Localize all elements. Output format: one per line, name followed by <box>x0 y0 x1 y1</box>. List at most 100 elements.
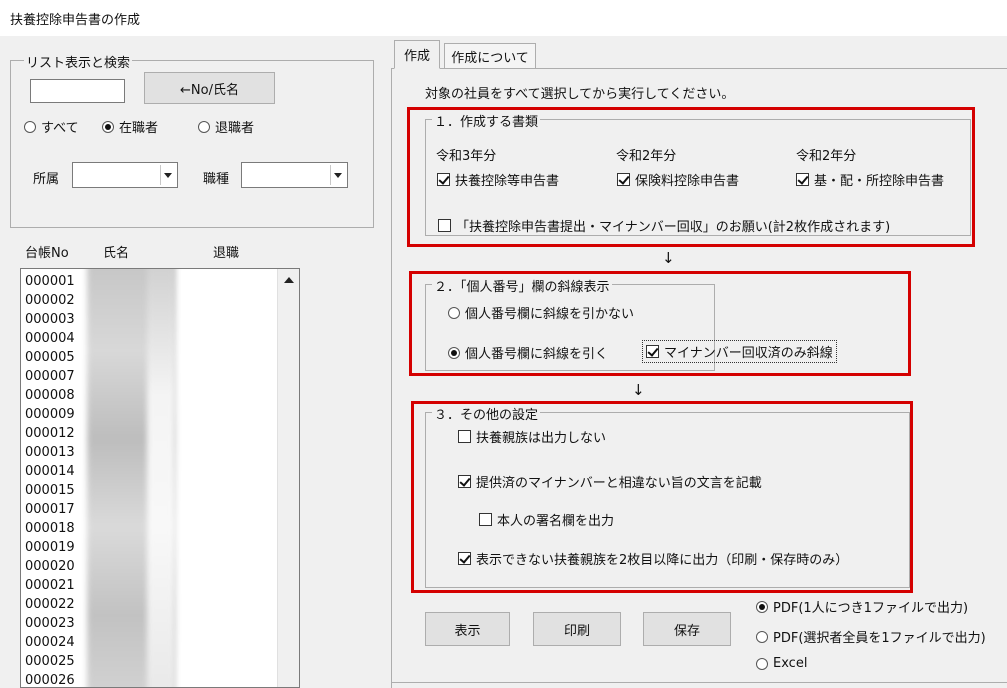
chevron-down-icon[interactable] <box>330 165 345 185</box>
bottom-divider <box>392 682 1007 683</box>
output-pdf-per-person-label: PDF(1人につき1ファイルで出力) <box>773 601 969 616</box>
radio-all[interactable]: すべて <box>24 117 79 136</box>
affiliation-select[interactable] <box>72 162 178 188</box>
list-item[interactable]: 000013 <box>25 443 75 462</box>
collected-only-check-indicator[interactable] <box>646 345 659 358</box>
list-item[interactable]: 000007 <box>25 367 75 386</box>
list-item[interactable]: 000014 <box>25 462 75 481</box>
list-item[interactable]: 000026 <box>25 671 75 687</box>
output-pdf-all[interactable]: PDF(選択者全員を1ファイルで出力) <box>756 627 986 646</box>
list-item[interactable]: 000004 <box>25 329 75 348</box>
instruction-text: 対象の社員をすべて選択してから実行してください。 <box>425 87 735 102</box>
signature-label: 本人の署名欄を出力 <box>497 514 615 529</box>
list-scrollbar[interactable] <box>277 269 299 687</box>
line-radio[interactable]: 個人番号欄に斜線を引く <box>448 343 608 362</box>
request-letter-checkbox[interactable]: 「扶養控除申告書提出・マイナンバー回収」のお願い(計2枚作成されます) <box>438 216 890 235</box>
no-dependents-label: 扶養親族は出力しない <box>476 431 607 446</box>
flow-arrow-2: ↓ <box>632 381 645 399</box>
radio-retired[interactable]: 退職者 <box>198 117 254 136</box>
doc3-year: 令和2年分 <box>796 149 857 164</box>
overflow-checkbox[interactable]: 表示できない扶養親族を2枚目以降に出力（印刷・保存時のみ） <box>458 549 848 568</box>
doc2-label: 保険料控除申告書 <box>635 174 740 189</box>
radio-retired-indicator[interactable] <box>198 120 210 133</box>
request-letter-label: 「扶養控除申告書提出・マイナンバー回収」のお願い(計2枚作成されます) <box>456 220 891 235</box>
search-input[interactable] <box>30 79 125 103</box>
request-letter-check-indicator[interactable] <box>438 219 451 232</box>
doc3-checkbox[interactable]: 基・配・所控除申告書 <box>796 170 944 189</box>
doc2-year: 令和2年分 <box>616 149 677 164</box>
no-dependents-check-indicator[interactable] <box>458 430 471 443</box>
no-dependents-checkbox[interactable]: 扶養親族は出力しない <box>458 427 606 446</box>
collected-only-label: マイナンバー回収済のみ斜線 <box>664 346 833 361</box>
no-line-radio-indicator[interactable] <box>448 306 460 319</box>
list-item[interactable]: 000025 <box>25 652 75 671</box>
list-item[interactable]: 000001 <box>25 272 75 291</box>
doc1-label: 扶養控除等申告書 <box>455 174 560 189</box>
output-pdf-all-label: PDF(選択者全員を1ファイルで出力) <box>773 631 986 646</box>
collected-only-checkbox[interactable]: マイナンバー回収済のみ斜線 <box>642 340 837 363</box>
statement-check-indicator[interactable] <box>458 475 471 488</box>
scroll-up-icon[interactable] <box>280 271 297 288</box>
list-item[interactable]: 000012 <box>25 424 75 443</box>
flow-arrow-1: ↓ <box>662 249 675 267</box>
tab-create[interactable]: 作成 <box>394 40 440 69</box>
chevron-down-icon[interactable] <box>160 165 175 185</box>
output-pdf-all-indicator[interactable] <box>756 630 768 643</box>
list-item[interactable]: 000005 <box>25 348 75 367</box>
doc2-check-indicator[interactable] <box>617 173 630 186</box>
redacted-names-2 <box>147 269 175 687</box>
column-header-retired[interactable]: 退職 <box>213 242 239 261</box>
output-excel-label: Excel <box>773 656 808 671</box>
radio-employed-indicator[interactable] <box>102 120 114 133</box>
radio-employed-label: 在職者 <box>119 121 159 136</box>
column-header-no[interactable]: 台帳No <box>25 242 69 261</box>
radio-all-indicator[interactable] <box>24 120 36 133</box>
list-item[interactable]: 000018 <box>25 519 75 538</box>
tab-about[interactable]: 作成について <box>444 43 536 68</box>
doc2-checkbox[interactable]: 保険料控除申告書 <box>617 170 739 189</box>
overflow-check-indicator[interactable] <box>458 552 471 565</box>
no-line-radio[interactable]: 個人番号欄に斜線を引かない <box>448 303 634 322</box>
job-type-select[interactable] <box>241 162 348 188</box>
job-type-label: 職種 <box>203 172 230 187</box>
output-pdf-per-person-indicator[interactable] <box>756 600 768 613</box>
list-item[interactable]: 000024 <box>25 633 75 652</box>
doc3-label: 基・配・所控除申告書 <box>814 174 945 189</box>
statement-label: 提供済のマイナンバーと相違ない旨の文言を記載 <box>476 476 762 491</box>
save-button[interactable]: 保存 <box>643 612 731 646</box>
line-radio-indicator[interactable] <box>448 346 460 359</box>
overflow-label: 表示できない扶養親族を2枚目以降に出力（印刷・保存時のみ） <box>476 553 849 568</box>
list-item[interactable]: 000019 <box>25 538 75 557</box>
list-item[interactable]: 000023 <box>25 614 75 633</box>
doc1-check-indicator[interactable] <box>437 173 450 186</box>
print-button[interactable]: 印刷 <box>533 612 621 646</box>
output-excel[interactable]: Excel <box>756 656 807 671</box>
radio-retired-label: 退職者 <box>215 121 255 136</box>
list-item[interactable]: 000009 <box>25 405 75 424</box>
employee-list[interactable]: 000001 000002 000003 000004 000005 000007 0000… <box>20 268 300 688</box>
display-button[interactable]: 表示 <box>425 612 510 646</box>
search-no-name-button[interactable]: ←No/氏名 <box>144 72 275 104</box>
doc1-checkbox[interactable]: 扶養控除等申告書 <box>437 170 559 189</box>
doc3-check-indicator[interactable] <box>796 173 809 186</box>
list-item[interactable]: 000003 <box>25 310 75 329</box>
list-item[interactable]: 000020 <box>25 557 75 576</box>
list-item[interactable]: 000021 <box>25 576 75 595</box>
statement-checkbox[interactable]: 提供済のマイナンバーと相違ない旨の文言を記載 <box>458 472 762 491</box>
signature-check-indicator[interactable] <box>479 513 492 526</box>
radio-employed[interactable]: 在職者 <box>102 117 158 136</box>
radio-all-label: すべて <box>41 121 79 136</box>
output-pdf-per-person[interactable]: PDF(1人につき1ファイルで出力) <box>756 597 968 616</box>
column-header-name[interactable]: 氏名 <box>103 242 129 261</box>
output-excel-indicator[interactable] <box>756 657 768 670</box>
search-group-legend: リスト表示と検索 <box>24 52 133 71</box>
window-title: 扶養控除申告書の作成 <box>10 13 141 28</box>
list-item[interactable]: 000022 <box>25 595 75 614</box>
line-label: 個人番号欄に斜線を引く <box>465 347 609 362</box>
list-item[interactable]: 000017 <box>25 500 75 519</box>
list-item[interactable]: 000008 <box>25 386 75 405</box>
signature-checkbox[interactable]: 本人の署名欄を出力 <box>479 510 614 529</box>
list-item[interactable]: 000015 <box>25 481 75 500</box>
doc1-year: 令和3年分 <box>436 149 497 164</box>
list-item[interactable]: 000002 <box>25 291 75 310</box>
